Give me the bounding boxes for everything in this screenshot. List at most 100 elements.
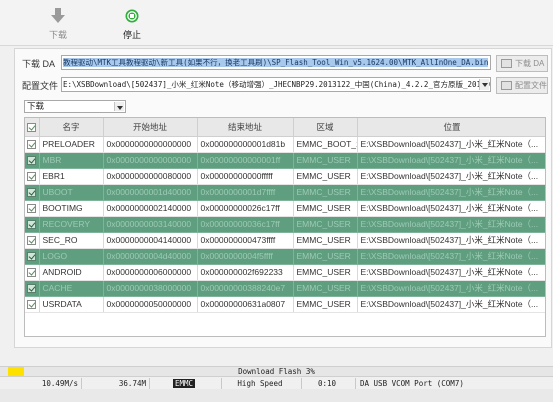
table-header-row: 名字 开始地址 结束地址 区域 位置 xyxy=(25,118,545,137)
row-checkbox-cell[interactable] xyxy=(25,232,40,249)
chevron-down-icon[interactable] xyxy=(114,102,124,111)
checkbox[interactable] xyxy=(27,204,37,214)
stop-circle-icon xyxy=(125,9,139,23)
cell-start: 0x0000000004140000 xyxy=(103,232,198,249)
scatter-file-button[interactable]: 配置文件 xyxy=(496,77,548,94)
column-header-location[interactable]: 位置 xyxy=(357,118,545,137)
column-header-start[interactable]: 开始地址 xyxy=(103,118,198,137)
row-checkbox-cell[interactable] xyxy=(25,264,40,281)
checkbox[interactable] xyxy=(27,220,37,230)
cell-start: 0x0000000000080000 xyxy=(103,168,198,185)
partition-table: 名字 开始地址 结束地址 区域 位置 PRELOADER 0x0000000000… xyxy=(24,117,546,337)
row-checkbox-cell[interactable] xyxy=(25,296,40,313)
cell-end: 0x00000000631a0807 xyxy=(197,296,294,313)
row-checkbox-cell[interactable] xyxy=(25,280,40,297)
checkbox[interactable] xyxy=(27,140,37,150)
checkbox[interactable] xyxy=(27,268,37,278)
table-row[interactable]: PRELOADER 0x0000000000000000 0x00000000000… xyxy=(25,136,545,153)
checkbox[interactable] xyxy=(27,252,37,262)
cell-name: PRELOADER xyxy=(39,136,104,153)
table-row[interactable]: UBOOT 0x0000000001d40000 0x0000000001d7fff… xyxy=(25,184,545,201)
table-row[interactable]: SEC_RO 0x0000000004140000 0x000000000473ff… xyxy=(25,232,545,249)
checkbox[interactable] xyxy=(27,188,37,198)
cell-start: 0x0000000000000000 xyxy=(103,136,198,153)
cell-location: E:\XSBDownload\[502437]_小米_红米Note（... xyxy=(357,216,545,233)
cell-location: E:\XSBDownload\[502437]_小米_红米Note（... xyxy=(357,136,545,153)
table-row[interactable]: ANDROID 0x0000000006000000 0x000000002f692… xyxy=(25,264,545,281)
stop-button[interactable]: 停止 xyxy=(112,6,152,40)
cell-region: EMMC_USER xyxy=(293,168,358,185)
cell-start: 0x0000000001d40000 xyxy=(103,184,198,201)
status-usb-speed: High Speed xyxy=(222,378,302,389)
cell-name: USRDATA xyxy=(39,296,104,313)
checkbox[interactable] xyxy=(27,300,37,310)
row-checkbox-cell[interactable] xyxy=(25,248,40,265)
checkbox[interactable] xyxy=(27,236,37,246)
cell-name: MBR xyxy=(39,152,104,169)
cell-start: 0x0000000004d40000 xyxy=(103,248,198,265)
column-header-name[interactable]: 名字 xyxy=(39,118,104,137)
row-checkbox-cell[interactable] xyxy=(25,136,40,153)
status-bar: 10.49M/s 36.74M EMMC High Speed 0:10 DA … xyxy=(0,378,553,389)
download-da-button[interactable]: 下载 DA xyxy=(496,55,548,72)
cell-location: E:\XSBDownload\[502437]_小米_红米Note（... xyxy=(357,200,545,217)
row-checkbox-cell[interactable] xyxy=(25,168,40,185)
chevron-down-icon[interactable] xyxy=(479,79,489,90)
table-row[interactable]: MBR 0x0000000000000000 0x00000000000001ff E… xyxy=(25,152,545,169)
download-label: 下载 xyxy=(48,30,67,40)
cell-end: 0x00000000000001ff xyxy=(197,152,294,169)
checkbox[interactable] xyxy=(27,156,37,166)
download-da-label: 下载 DA xyxy=(22,59,56,69)
table-row[interactable]: USRDATA 0x0000000050000000 0x00000000631a0… xyxy=(25,296,545,313)
table-row[interactable]: BOOTIMG 0x0000000002140000 0x00000000026c1… xyxy=(25,200,545,217)
cell-name: BOOTIMG xyxy=(39,200,104,217)
folder-icon xyxy=(501,59,512,68)
column-header-end[interactable]: 结束地址 xyxy=(197,118,294,137)
scatter-file-path-text: E:\XSBDownload\[502437]_小米_红米Note（移动增强）_… xyxy=(63,80,491,89)
cell-start: 0x0000000038000000 xyxy=(103,280,198,297)
cell-start: 0x0000000000000000 xyxy=(103,152,198,169)
table-row[interactable]: CACHE 0x0000000038000000 0x00000000388240e… xyxy=(25,280,545,297)
table-row[interactable]: EBR1 0x0000000000080000 0x00000000000fffff… xyxy=(25,168,545,185)
bottom-strip xyxy=(0,389,553,402)
row-checkbox-cell[interactable] xyxy=(25,184,40,201)
download-da-path-field[interactable]: 教程驱动\MTK工具教程驱动\新工具(如果不行，换老工具刷)\SP_Flash_… xyxy=(61,55,491,70)
progress-bar: Download Flash 3% xyxy=(0,366,553,377)
status-port: DA USB VCOM Port (COM7) xyxy=(360,379,464,388)
toolbar: 下载 停止 xyxy=(0,0,553,46)
download-button[interactable]: 下载 xyxy=(38,6,78,40)
cell-location: E:\XSBDownload\[502437]_小米_红米Note（... xyxy=(357,152,545,169)
checkbox[interactable] xyxy=(27,122,37,132)
cell-end: 0x00000000000fffff xyxy=(197,168,294,185)
cell-region: EMMC_USER xyxy=(293,232,358,249)
stop-label: 停止 xyxy=(122,30,141,40)
cell-end: 0x00000000036c17ff xyxy=(197,216,294,233)
table-row[interactable]: RECOVERY 0x0000000003140000 0x00000000036c… xyxy=(25,216,545,233)
cell-location: E:\XSBDownload\[502437]_小米_红米Note（... xyxy=(357,280,545,297)
checkbox[interactable] xyxy=(27,284,37,294)
cell-start: 0x0000000050000000 xyxy=(103,296,198,313)
cell-end: 0x00000000026c17ff xyxy=(197,200,294,217)
arrow-down-icon xyxy=(51,8,65,23)
mode-select-value: 下载 xyxy=(27,101,45,111)
mode-select[interactable]: 下载 xyxy=(24,100,126,113)
cell-location: E:\XSBDownload\[502437]_小米_红米Note（... xyxy=(357,168,545,185)
scatter-file-dropdown[interactable]: E:\XSBDownload\[502437]_小米_红米Note（移动增强）_… xyxy=(61,77,491,92)
download-da-path-text: 教程驱动\MTK工具教程驱动\新工具(如果不行，换老工具刷)\SP_Flash_… xyxy=(63,58,489,67)
select-all-checkbox[interactable] xyxy=(25,118,40,137)
row-checkbox-cell[interactable] xyxy=(25,216,40,233)
cell-end: 0x000000000001d81b xyxy=(197,136,294,153)
row-checkbox-cell[interactable] xyxy=(25,200,40,217)
column-header-region[interactable]: 区域 xyxy=(293,118,358,137)
table-row[interactable]: LOGO 0x0000000004d40000 0x0000000004f5ffff… xyxy=(25,248,545,265)
cell-name: EBR1 xyxy=(39,168,104,185)
cell-region: EMMC_USER xyxy=(293,152,358,169)
cell-region: EMMC_BOOT_1 xyxy=(293,136,358,153)
row-checkbox-cell[interactable] xyxy=(25,152,40,169)
storage-badge: EMMC xyxy=(172,379,196,388)
checkbox[interactable] xyxy=(27,172,37,182)
cell-location: E:\XSBDownload\[502437]_小米_红米Note（... xyxy=(357,232,545,249)
cell-region: EMMC_USER xyxy=(293,280,358,297)
cell-location: E:\XSBDownload\[502437]_小米_红米Note（... xyxy=(357,264,545,281)
cell-region: EMMC_USER xyxy=(293,216,358,233)
